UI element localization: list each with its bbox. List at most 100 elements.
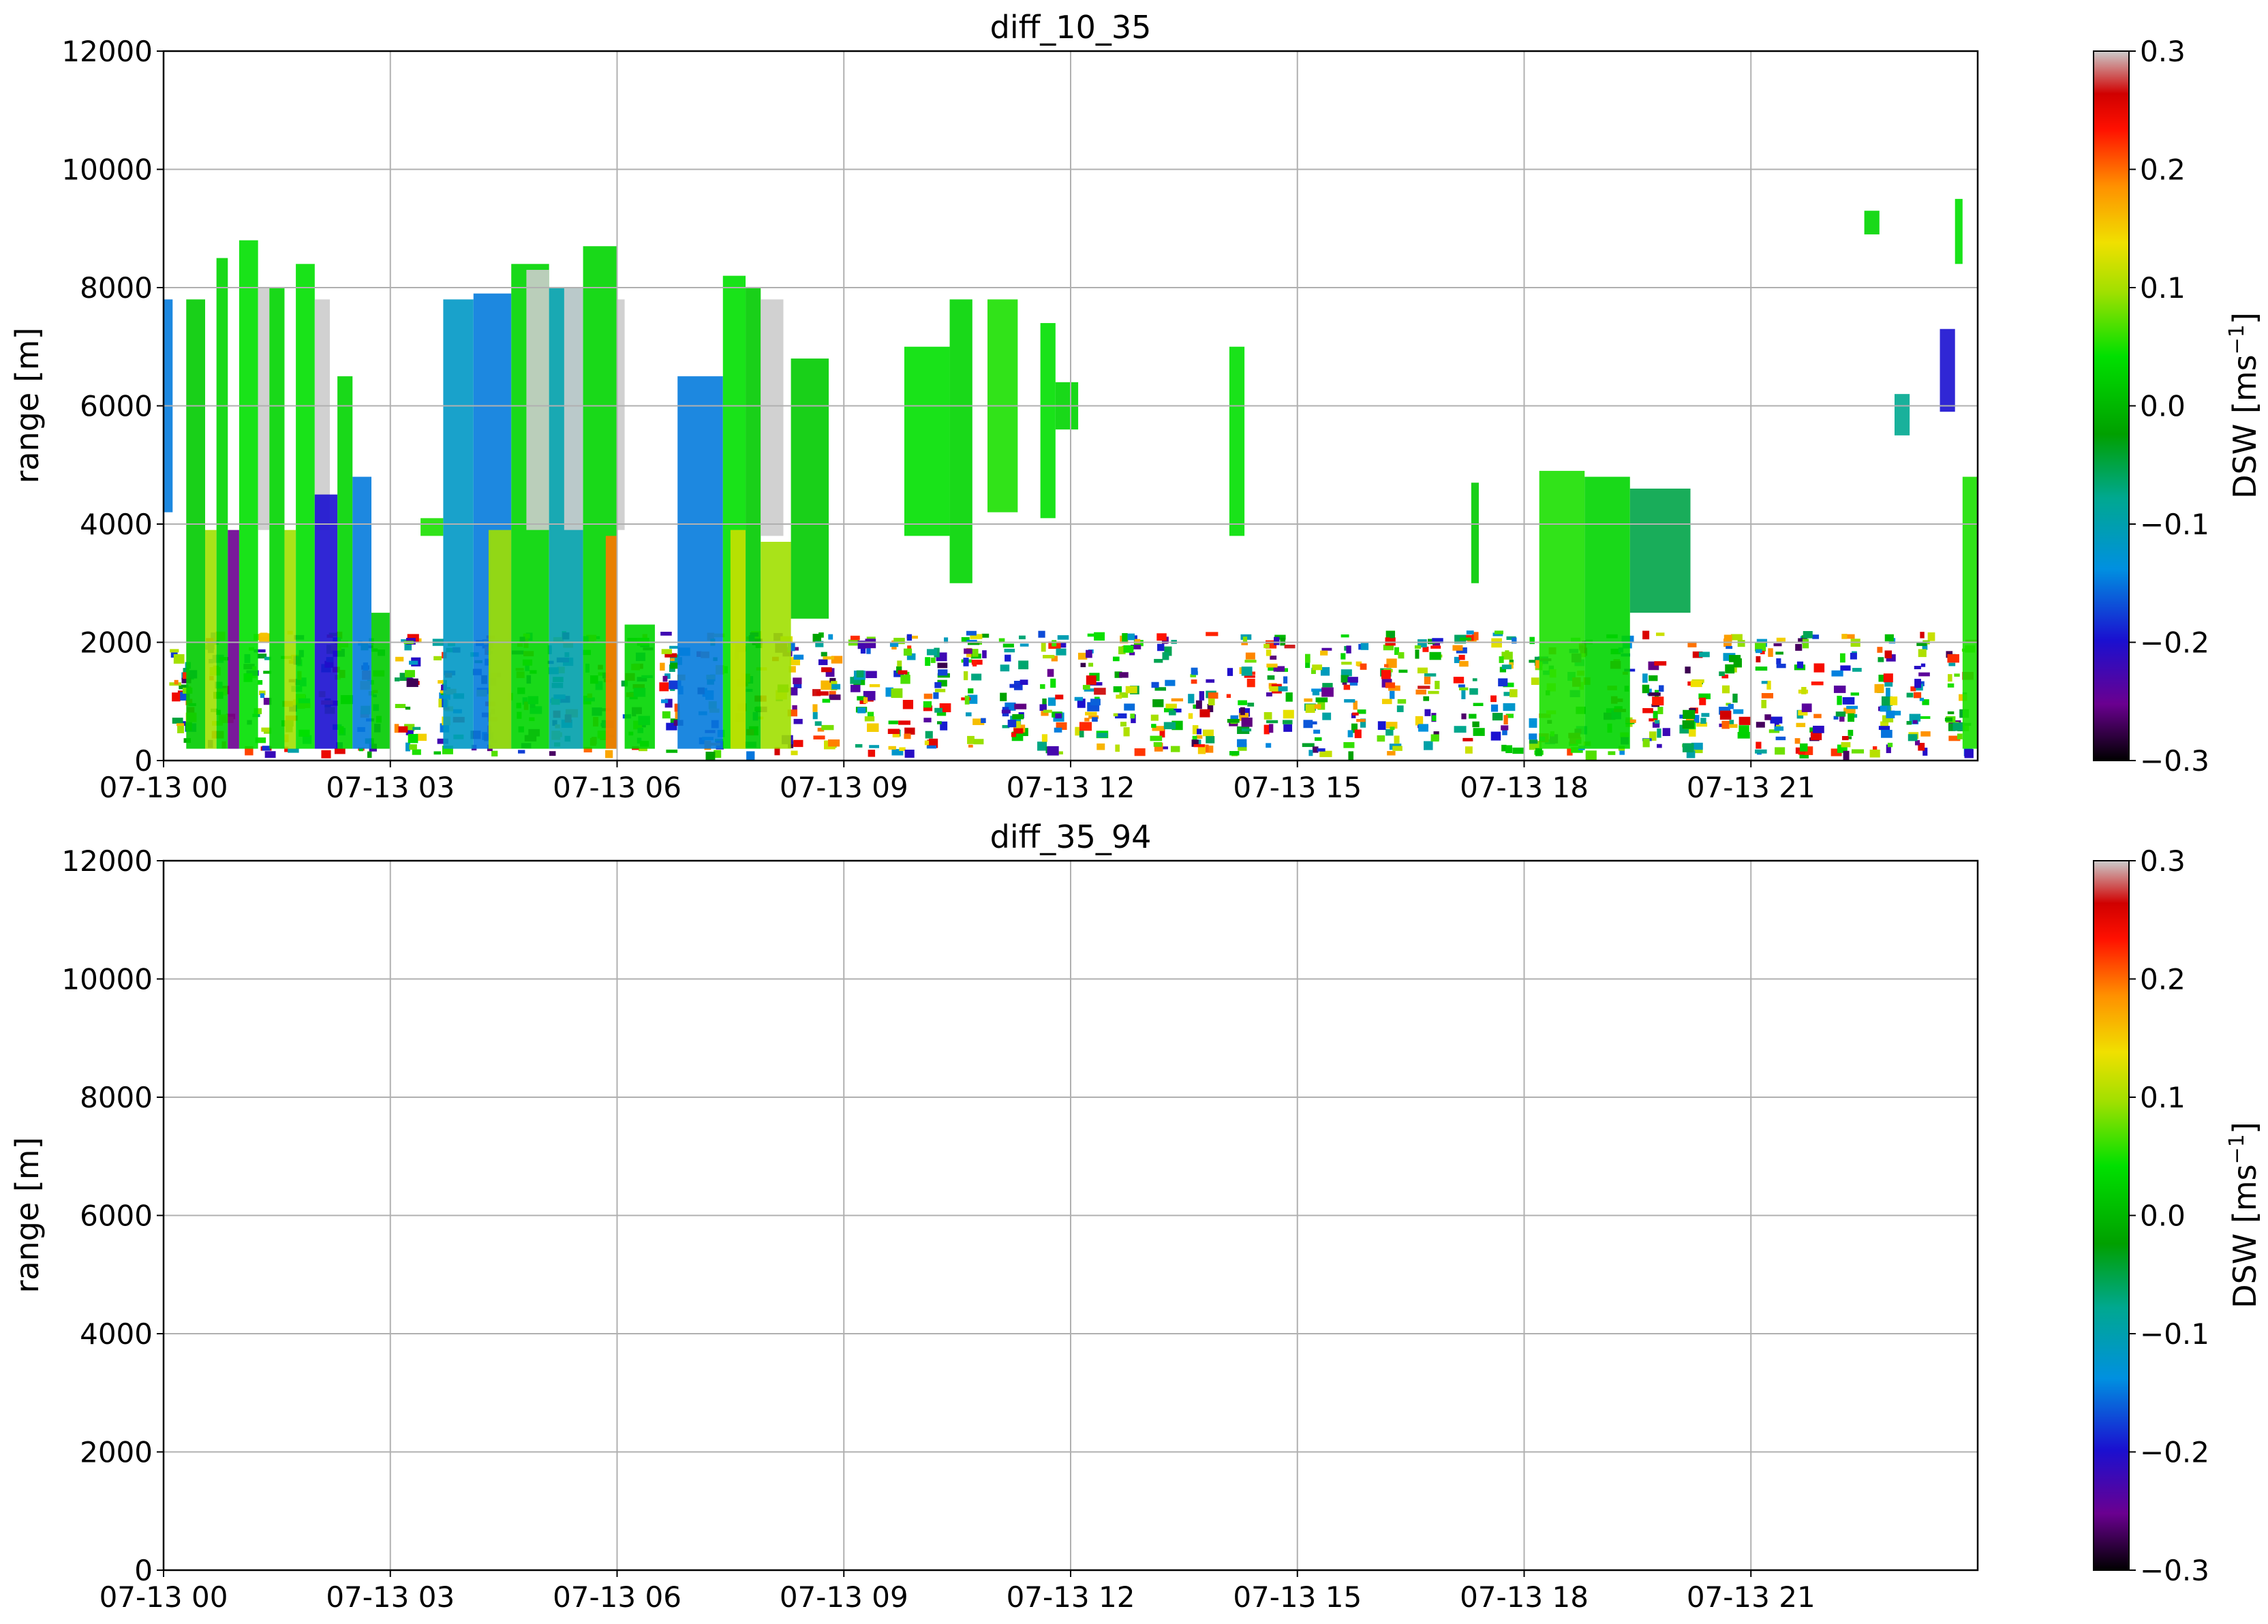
clutter-pixel bbox=[1503, 715, 1508, 725]
clutter-pixel bbox=[1837, 695, 1842, 705]
clutter-pixel bbox=[1728, 703, 1734, 709]
clutter-pixel bbox=[1761, 692, 1774, 699]
clutter-pixel bbox=[898, 720, 910, 725]
clutter-pixel bbox=[904, 749, 915, 758]
clutter-pixel bbox=[1775, 747, 1786, 755]
clutter-pixel bbox=[662, 675, 668, 682]
clutter-pixel bbox=[813, 735, 825, 740]
clutter-pixel bbox=[398, 726, 408, 733]
clutter-pixel bbox=[1315, 737, 1322, 741]
clutter-pixel bbox=[1340, 653, 1346, 660]
clutter-pixel bbox=[1841, 634, 1848, 639]
clutter-pixel bbox=[887, 729, 900, 735]
clutter-pixel bbox=[1833, 686, 1846, 693]
clutter-pixel bbox=[1432, 715, 1437, 722]
clutter-pixel bbox=[662, 711, 671, 719]
clutter-pixel bbox=[1800, 743, 1808, 752]
echo-block bbox=[1229, 346, 1245, 536]
clutter-pixel bbox=[1887, 742, 1893, 748]
clutter-pixel bbox=[1009, 684, 1021, 688]
echo-block bbox=[1539, 470, 1585, 749]
colorbar-tick-label: −0.2 bbox=[2140, 1436, 2209, 1469]
clutter-pixel bbox=[1732, 693, 1738, 703]
clutter-pixel bbox=[408, 660, 418, 665]
clutter-pixel bbox=[1387, 751, 1396, 756]
clutter-pixel bbox=[1377, 721, 1386, 731]
clutter-pixel bbox=[1756, 722, 1765, 728]
clutter-pixel bbox=[1360, 663, 1367, 670]
clutter-pixel bbox=[864, 716, 875, 722]
clutter-pixel bbox=[1047, 669, 1054, 677]
clutter-pixel bbox=[1360, 643, 1369, 650]
echo-block bbox=[564, 288, 583, 530]
clutter-pixel bbox=[1097, 743, 1105, 750]
clutter-pixel bbox=[1812, 634, 1820, 639]
clutter-pixel bbox=[1123, 727, 1130, 737]
x-tick-label: 07-13 00 bbox=[99, 1580, 228, 1614]
echo-block bbox=[1962, 476, 1978, 749]
clutter-pixel bbox=[1906, 720, 1912, 725]
echo-block bbox=[258, 288, 270, 530]
x-tick-label: 07-13 09 bbox=[780, 1580, 908, 1614]
clutter-pixel bbox=[1038, 630, 1045, 638]
clutter-pixel bbox=[1435, 681, 1440, 690]
clutter-pixel bbox=[670, 658, 675, 661]
clutter-pixel bbox=[1082, 685, 1090, 690]
clutter-pixel bbox=[1229, 751, 1240, 756]
clutter-pixel bbox=[1013, 728, 1024, 734]
clutter-pixel bbox=[1007, 720, 1017, 728]
clutter-pixel bbox=[1043, 655, 1055, 659]
clutter-pixel bbox=[1465, 746, 1473, 754]
clutter-pixel bbox=[1850, 652, 1857, 660]
clutter-pixel bbox=[814, 721, 822, 726]
clutter-pixel bbox=[1469, 688, 1478, 695]
clutter-pixel bbox=[1047, 697, 1056, 706]
clutter-pixel bbox=[1283, 709, 1294, 719]
clutter-pixel bbox=[1512, 747, 1524, 754]
clutter-pixel bbox=[981, 718, 986, 723]
clutter-pixel bbox=[822, 699, 831, 703]
clutter-pixel bbox=[1422, 646, 1429, 652]
clutter-pixel bbox=[1652, 696, 1664, 706]
clutter-pixel bbox=[1122, 633, 1128, 643]
clutter-pixel bbox=[1964, 749, 1974, 759]
clutter-pixel bbox=[1266, 743, 1272, 748]
clutter-pixel bbox=[1319, 750, 1332, 757]
chart-title: diff_10_35 bbox=[990, 9, 1152, 46]
clutter-pixel bbox=[1662, 728, 1670, 737]
clutter-pixel bbox=[968, 688, 974, 694]
clutter-pixel bbox=[660, 662, 665, 671]
grid-lines bbox=[163, 860, 1978, 1571]
clutter-pixel bbox=[1193, 744, 1206, 748]
clutter-pixel bbox=[1304, 654, 1311, 663]
clutter-pixel bbox=[1642, 684, 1650, 694]
x-tick-label: 07-13 15 bbox=[1233, 1580, 1362, 1614]
clutter-pixel bbox=[1390, 690, 1395, 699]
clutter-pixel bbox=[1197, 729, 1202, 735]
echo-block bbox=[1040, 323, 1056, 519]
echo-block bbox=[761, 299, 784, 536]
clutter-pixel bbox=[1020, 679, 1028, 685]
figure: diff_10_35 020004000600080001000012000 0… bbox=[9, 9, 2263, 1614]
clutter-pixel bbox=[888, 720, 898, 724]
clutter-pixel bbox=[1642, 708, 1653, 714]
clutter-pixel bbox=[1312, 664, 1323, 671]
colorbar-tick-label: 0.1 bbox=[2140, 271, 2186, 305]
clutter-pixel bbox=[1466, 630, 1474, 634]
clutter-pixel bbox=[926, 649, 938, 656]
clutter-pixel bbox=[1773, 643, 1782, 647]
clutter-pixel bbox=[1346, 645, 1351, 654]
clutter-pixel bbox=[1242, 637, 1248, 643]
y-tick-label: 8000 bbox=[80, 271, 153, 305]
clutter-pixel bbox=[1654, 720, 1660, 724]
clutter-pixel bbox=[793, 654, 804, 660]
clutter-pixel bbox=[1756, 656, 1761, 662]
clutter-pixel bbox=[930, 657, 936, 663]
clutter-pixel bbox=[1398, 669, 1408, 673]
clutter-pixel bbox=[1505, 650, 1510, 655]
clutter-pixel bbox=[1152, 699, 1164, 707]
clutter-pixel bbox=[971, 673, 982, 681]
clutter-pixel bbox=[1320, 650, 1328, 656]
clutter-pixel bbox=[850, 684, 861, 692]
clutter-pixel bbox=[1113, 713, 1118, 717]
